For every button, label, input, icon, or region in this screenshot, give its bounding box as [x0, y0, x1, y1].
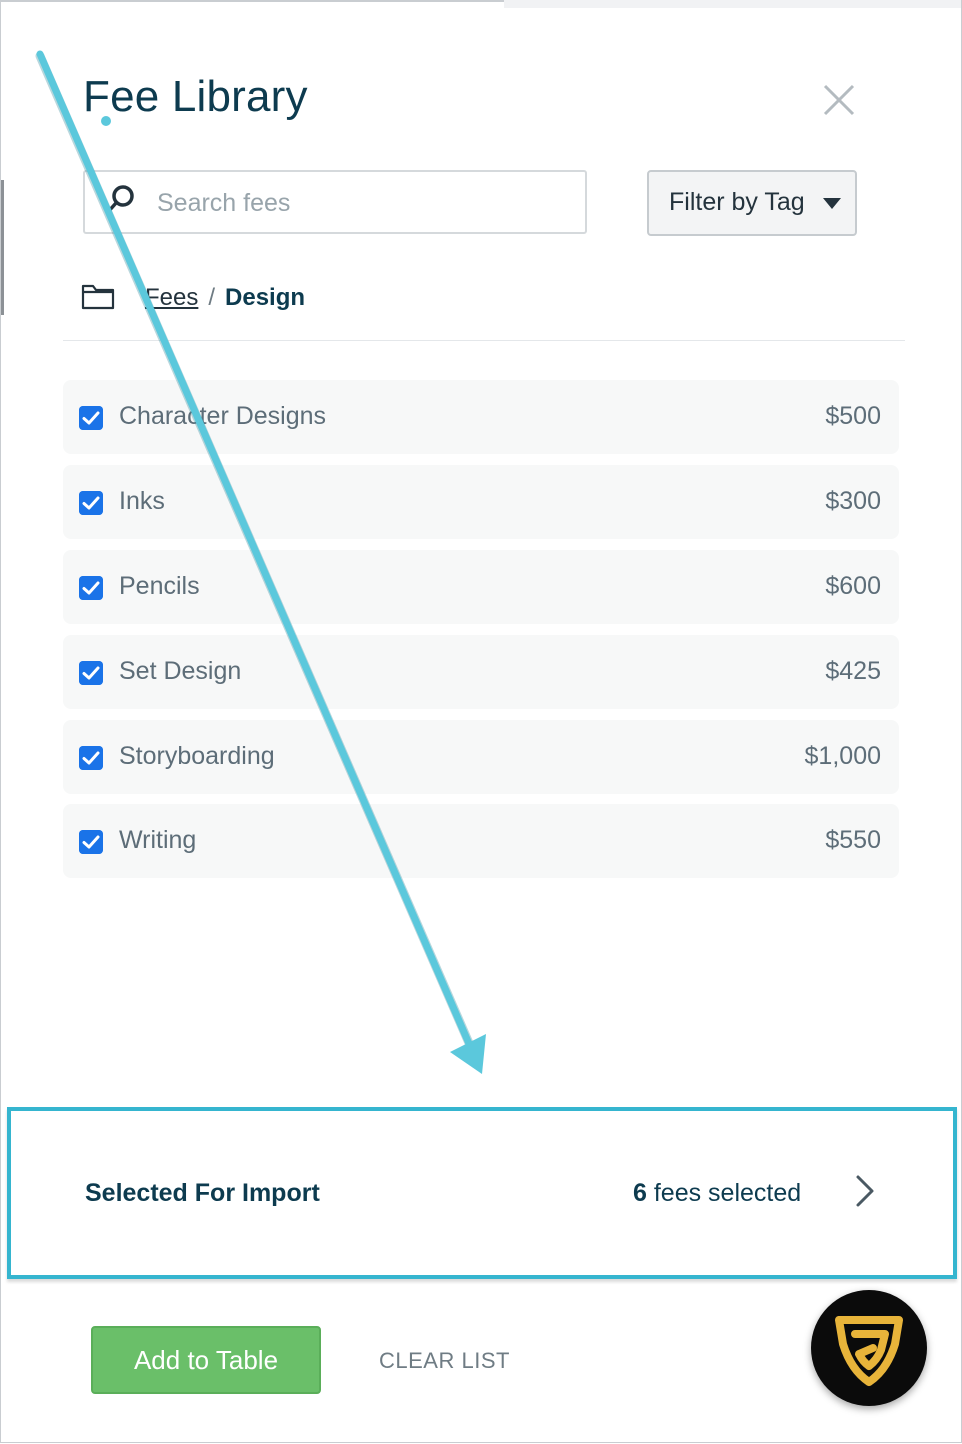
checkbox-checked-icon[interactable] [79, 746, 103, 770]
selected-count-number: 6 [633, 1179, 647, 1207]
caret-down-icon [823, 198, 841, 209]
close-button[interactable] [819, 80, 859, 120]
app-logo-badge[interactable] [811, 1290, 927, 1406]
selected-for-import-panel[interactable]: Selected For Import 6 fees selected [7, 1107, 957, 1279]
fee-name: Set Design [119, 657, 242, 685]
fee-row-character-designs[interactable]: Character Designs $500 [63, 380, 899, 454]
fee-row-storyboarding[interactable]: Storyboarding $1,000 [63, 720, 899, 794]
fee-name: Character Designs [119, 402, 327, 430]
divider [63, 340, 905, 341]
fee-price: $600 [825, 572, 881, 600]
fee-name: Inks [119, 487, 165, 515]
add-to-table-button[interactable]: Add to Table [91, 1326, 321, 1394]
page-title: Fee Library [83, 72, 308, 121]
fee-library-modal: Fee Library Filter by Tag Fees / Design [0, 0, 962, 1443]
selected-count: 6 fees selected [633, 1179, 801, 1208]
breadcrumb-fees-link[interactable]: Fees [145, 284, 198, 312]
checkbox-checked-icon[interactable] [79, 406, 103, 430]
fee-row-pencils[interactable]: Pencils $600 [63, 550, 899, 624]
clear-list-button[interactable]: CLEAR LIST [379, 1348, 510, 1374]
fee-price: $550 [825, 826, 881, 854]
breadcrumb-current: Design [225, 284, 306, 311]
checkbox-checked-icon[interactable] [79, 830, 103, 854]
fee-row-writing[interactable]: Writing $550 [63, 804, 899, 878]
breadcrumb-separator: / [208, 284, 216, 311]
search-icon [106, 185, 134, 214]
fee-row-set-design[interactable]: Set Design $425 [63, 635, 899, 709]
top-edge-backdrop [504, 0, 961, 8]
fee-price: $1,000 [804, 742, 881, 770]
fee-name: Storyboarding [119, 742, 275, 770]
fee-name: Writing [119, 826, 197, 854]
fee-price: $425 [825, 657, 881, 685]
fee-row-inks[interactable]: Inks $300 [63, 465, 899, 539]
shield-g-logo-icon [835, 1316, 903, 1386]
filter-by-tag-button[interactable]: Filter by Tag [647, 170, 857, 236]
filter-label: Filter by Tag [669, 188, 805, 216]
checkbox-checked-icon[interactable] [79, 491, 103, 515]
fee-price: $500 [825, 402, 881, 430]
breadcrumb: Fees / Design [145, 284, 305, 316]
checkbox-checked-icon[interactable] [79, 661, 103, 685]
search-input[interactable] [155, 182, 579, 224]
fee-name: Pencils [119, 572, 200, 600]
scroll-edge [1, 180, 4, 315]
checkbox-checked-icon[interactable] [79, 576, 103, 600]
top-edge [1, 0, 504, 2]
chevron-right-icon[interactable] [853, 1173, 877, 1209]
folder-icon [81, 284, 115, 310]
selected-count-suffix: fees selected [653, 1179, 802, 1207]
close-icon [823, 84, 855, 116]
import-panel-title: Selected For Import [85, 1179, 320, 1207]
fee-price: $300 [825, 487, 881, 515]
